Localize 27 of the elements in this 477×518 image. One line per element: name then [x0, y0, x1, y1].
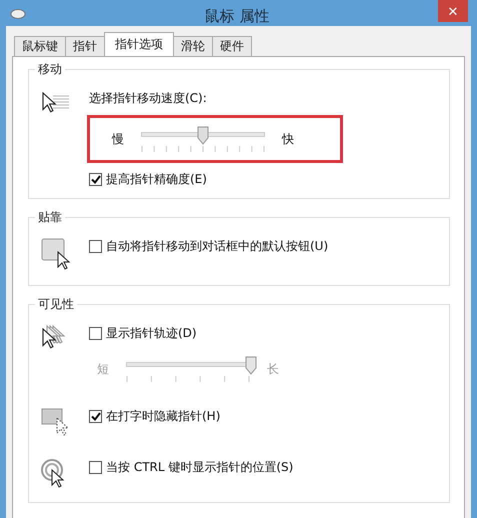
checkbox[interactable]	[89, 240, 102, 253]
max-label: 长	[267, 360, 279, 378]
checkbox-label: 自动将指针移动到对话框中的默认按钮(U)	[106, 238, 328, 255]
checkbox-label: 在打字时隐藏指针(H)	[106, 408, 220, 425]
min-label: 慢	[112, 130, 124, 148]
checkbox[interactable]	[89, 173, 102, 186]
max-label: 快	[282, 130, 294, 148]
checkbox[interactable]	[89, 461, 102, 474]
tab[interactable]: 硬件	[212, 36, 252, 56]
group-title: 贴靠	[35, 209, 65, 226]
tab[interactable]: 指针	[65, 36, 105, 56]
tab[interactable]: 滑轮	[173, 36, 213, 56]
checkbox-label: 提高指针精确度(E)	[106, 171, 207, 188]
checkbox[interactable]	[89, 410, 102, 423]
close-button[interactable]: ✕	[438, 0, 468, 22]
setting-label: 选择指针移动速度(C):	[89, 90, 208, 107]
group-title: 可见性	[35, 296, 77, 313]
slider-thumb[interactable]	[196, 126, 209, 145]
window-title: 鼠标 属性	[204, 6, 270, 26]
checkbox-label: 当按 CTRL 键时显示指针的位置(S)	[106, 459, 294, 476]
min-label: 短	[97, 360, 109, 378]
group-title: 移动	[35, 61, 65, 78]
tab[interactable]: 指针选项	[104, 32, 174, 56]
checkbox[interactable]	[89, 327, 102, 340]
mouse-icon	[10, 7, 26, 19]
checkbox-label: 显示指针轨迹(D)	[106, 325, 197, 342]
tab[interactable]: 鼠标键	[14, 36, 66, 56]
